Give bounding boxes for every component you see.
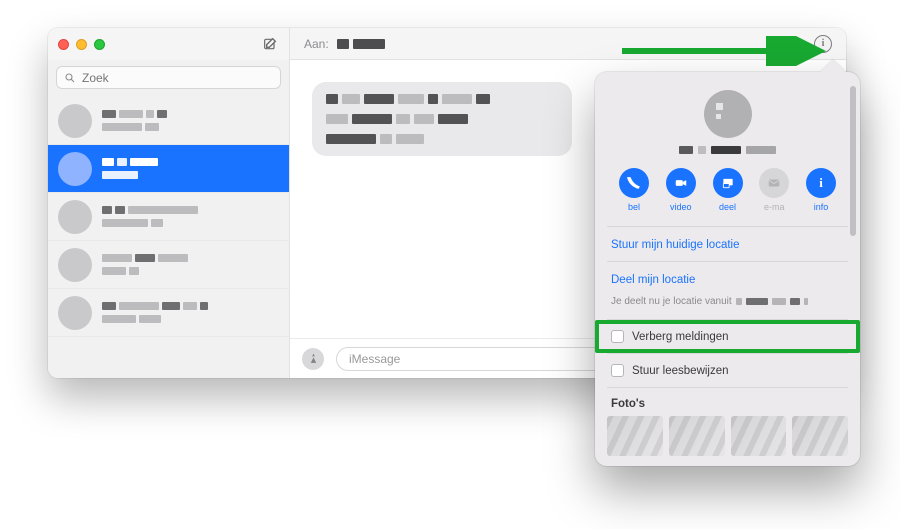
to-label: Aan: — [304, 37, 329, 51]
hide-notifications-checkbox[interactable] — [611, 330, 624, 343]
zoom-window-button[interactable] — [94, 39, 105, 50]
minimize-window-button[interactable] — [76, 39, 87, 50]
incoming-message-bubble — [312, 82, 572, 156]
photos-grid — [595, 416, 860, 456]
hide-notifications-row[interactable]: Verberg meldingen — [595, 320, 860, 353]
send-read-receipts-label: Stuur leesbewijzen — [632, 365, 729, 377]
email-action: e-ma — [755, 168, 793, 212]
contact-header — [595, 72, 860, 164]
call-action[interactable]: bel — [615, 168, 653, 212]
conversation-item[interactable] — [48, 289, 289, 337]
message-input-placeholder: iMessage — [349, 352, 400, 366]
apps-button[interactable] — [302, 348, 324, 370]
photo-thumbnail[interactable] — [669, 416, 725, 456]
location-sharing-note: Je deelt nu je locatie vanuit — [595, 296, 860, 319]
send-current-location-link[interactable]: Stuur mijn huidige locatie — [595, 227, 860, 261]
photo-thumbnail[interactable] — [607, 416, 663, 456]
info-icon: i — [819, 175, 823, 191]
avatar — [58, 200, 92, 234]
contact-avatar — [704, 90, 752, 138]
photo-thumbnail[interactable] — [731, 416, 787, 456]
avatar — [58, 248, 92, 282]
search-icon — [64, 72, 76, 84]
photos-section-title: Foto's — [595, 388, 860, 416]
avatar — [58, 104, 92, 138]
share-screen-icon — [721, 176, 735, 190]
avatar — [58, 152, 92, 186]
share-action[interactable]: deel — [709, 168, 747, 212]
conversation-item[interactable] — [48, 97, 289, 145]
avatar — [58, 296, 92, 330]
recipient-chips[interactable] — [337, 39, 385, 49]
search-input[interactable] — [82, 71, 273, 85]
photo-thumbnail[interactable] — [792, 416, 848, 456]
close-window-button[interactable] — [58, 39, 69, 50]
appstore-icon — [307, 352, 320, 365]
send-read-receipts-row[interactable]: Stuur leesbewijzen — [595, 354, 860, 387]
info-action[interactable]: i info — [802, 168, 840, 212]
details-info-button[interactable]: i — [814, 35, 832, 53]
compose-new-message-button[interactable] — [261, 35, 279, 53]
window-controls — [58, 39, 105, 50]
conversation-list — [48, 97, 289, 378]
search-wrap — [48, 60, 289, 97]
quick-actions: bel video deel e-ma i info — [595, 164, 860, 226]
conversation-item[interactable] — [48, 241, 289, 289]
video-action[interactable]: video — [662, 168, 700, 212]
phone-icon — [627, 176, 641, 190]
search-field[interactable] — [56, 66, 281, 89]
conversation-item-selected[interactable] — [48, 145, 289, 193]
details-popover: bel video deel e-ma i info Stuur mijn hu… — [595, 72, 860, 466]
video-icon — [674, 176, 688, 190]
titlebar — [48, 28, 289, 60]
conversation-item[interactable] — [48, 193, 289, 241]
conversation-header: Aan: i — [290, 28, 846, 60]
send-read-receipts-checkbox[interactable] — [611, 364, 624, 377]
sidebar — [48, 28, 290, 378]
popover-scrollbar[interactable] — [850, 86, 856, 236]
envelope-icon — [767, 176, 781, 190]
info-icon: i — [822, 38, 825, 49]
share-my-location-link[interactable]: Deel mijn locatie — [595, 262, 860, 296]
contact-name — [679, 146, 776, 154]
hide-notifications-label: Verberg meldingen — [632, 331, 729, 343]
